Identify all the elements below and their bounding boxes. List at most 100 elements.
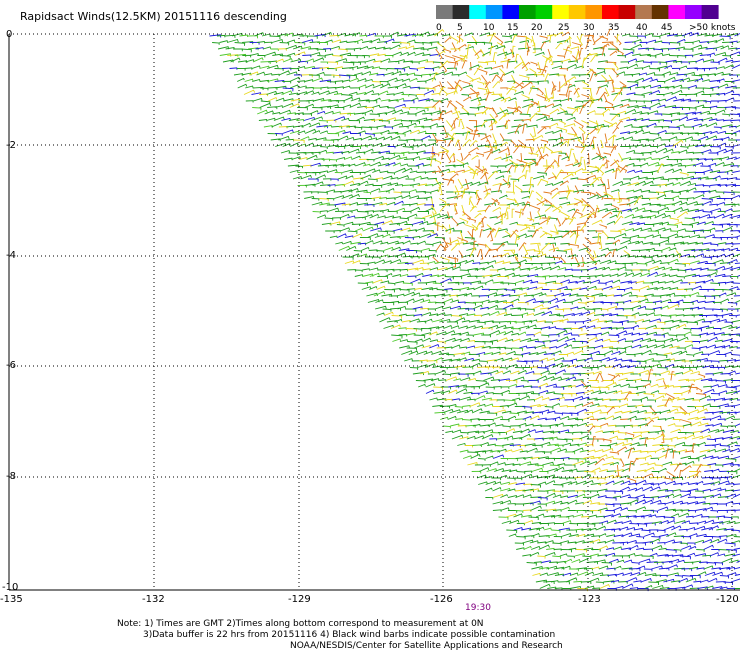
legend-swatch <box>519 5 536 19</box>
wind-barb <box>461 319 470 323</box>
wind-barb <box>604 539 615 544</box>
wind-barb <box>237 83 248 89</box>
wind-barb <box>471 229 475 238</box>
legend-label: 45 <box>661 23 672 33</box>
wind-barb <box>651 157 660 161</box>
wind-barb <box>569 523 579 526</box>
wind-barb <box>493 156 502 160</box>
wind-barb <box>704 360 712 363</box>
wind-barb <box>714 289 724 292</box>
wind-barb <box>474 285 484 290</box>
wind-barb <box>643 156 652 160</box>
wind-barb <box>658 547 667 551</box>
wind-barb <box>646 72 656 76</box>
wind-barb <box>420 328 432 332</box>
wind-barb <box>717 130 727 134</box>
wind-barb <box>662 53 671 56</box>
wind-barb <box>575 100 584 104</box>
wind-barb <box>532 373 542 376</box>
wind-barb <box>639 313 648 317</box>
wind-barb <box>616 120 623 128</box>
wind-barb <box>564 288 573 292</box>
wind-barb <box>370 227 382 232</box>
wind-barb <box>522 80 530 84</box>
wind-barb <box>668 334 678 338</box>
wind-barb <box>550 580 559 583</box>
wind-barb <box>355 227 364 232</box>
wind-barb <box>656 119 665 122</box>
wind-barb <box>723 351 732 355</box>
wind-barb <box>447 61 459 66</box>
wind-barb <box>650 133 660 137</box>
wind-barb <box>511 34 517 43</box>
wind-barb <box>568 148 574 160</box>
wind-barb <box>263 125 273 128</box>
wind-barb <box>513 376 525 381</box>
wind-barb <box>297 80 306 83</box>
wind-barb <box>516 547 525 550</box>
wind-barb <box>409 367 419 370</box>
wind-barb <box>700 579 709 583</box>
wind-barb <box>582 204 588 212</box>
note-line-1: Note: 1) Times are GMT 2)Times along bot… <box>117 619 484 629</box>
wind-barb <box>533 331 542 336</box>
wind-barb <box>707 272 718 277</box>
wind-barb <box>379 105 389 109</box>
wind-barb <box>506 202 515 206</box>
wind-barb <box>657 367 668 371</box>
wind-barb <box>459 449 469 453</box>
wind-barb <box>559 477 568 481</box>
wind-barb <box>335 100 345 103</box>
wind-barb <box>648 581 660 586</box>
wind-barb <box>624 51 634 56</box>
wind-barb <box>312 107 323 111</box>
wind-barb <box>428 139 436 142</box>
wind-barb <box>546 547 555 551</box>
wind-barb <box>649 68 661 72</box>
wind-barb <box>347 269 357 272</box>
map-title: Rapidsact Winds(12.5KM) 20151116 descend… <box>20 10 287 23</box>
wind-barb <box>627 510 637 513</box>
wind-barb <box>672 279 683 284</box>
wind-barb <box>581 353 592 357</box>
wind-barb <box>561 360 573 364</box>
wind-barb <box>702 79 710 82</box>
wind-barb <box>411 156 421 160</box>
wind-barb <box>590 493 600 498</box>
wind-barb <box>408 189 417 193</box>
wind-barb <box>402 282 413 286</box>
wind-barb <box>596 68 606 71</box>
wind-barb <box>495 175 505 180</box>
wind-barb <box>634 67 644 70</box>
wind-barb <box>357 282 369 286</box>
wind-barb <box>407 275 417 279</box>
wind-barb <box>602 338 611 342</box>
wind-barb <box>552 542 562 546</box>
wind-barb <box>234 42 246 46</box>
wind-barb <box>423 89 435 95</box>
wind-barb <box>529 551 540 557</box>
wind-barb <box>654 395 665 401</box>
wind-barb <box>671 89 683 95</box>
wind-barb <box>451 74 460 77</box>
wind-barb <box>732 210 740 212</box>
wind-barb <box>723 119 732 122</box>
wind-barb <box>674 263 686 267</box>
wind-barb <box>405 178 415 182</box>
wind-barb <box>399 339 409 342</box>
wind-barb <box>717 281 727 285</box>
wind-barb <box>552 509 562 512</box>
wind-barb <box>506 85 516 95</box>
wind-barb <box>547 175 557 180</box>
wind-barb <box>669 338 679 342</box>
wind-barb <box>639 462 649 466</box>
legend-swatch <box>436 5 453 19</box>
wind-barb <box>335 241 343 245</box>
wind-barb <box>575 458 587 462</box>
wind-barb <box>547 372 557 376</box>
wind-barb <box>559 553 568 557</box>
wind-barb <box>579 341 588 344</box>
wind-barb <box>669 463 678 466</box>
wind-barb <box>460 152 464 161</box>
wind-barb <box>537 100 541 113</box>
